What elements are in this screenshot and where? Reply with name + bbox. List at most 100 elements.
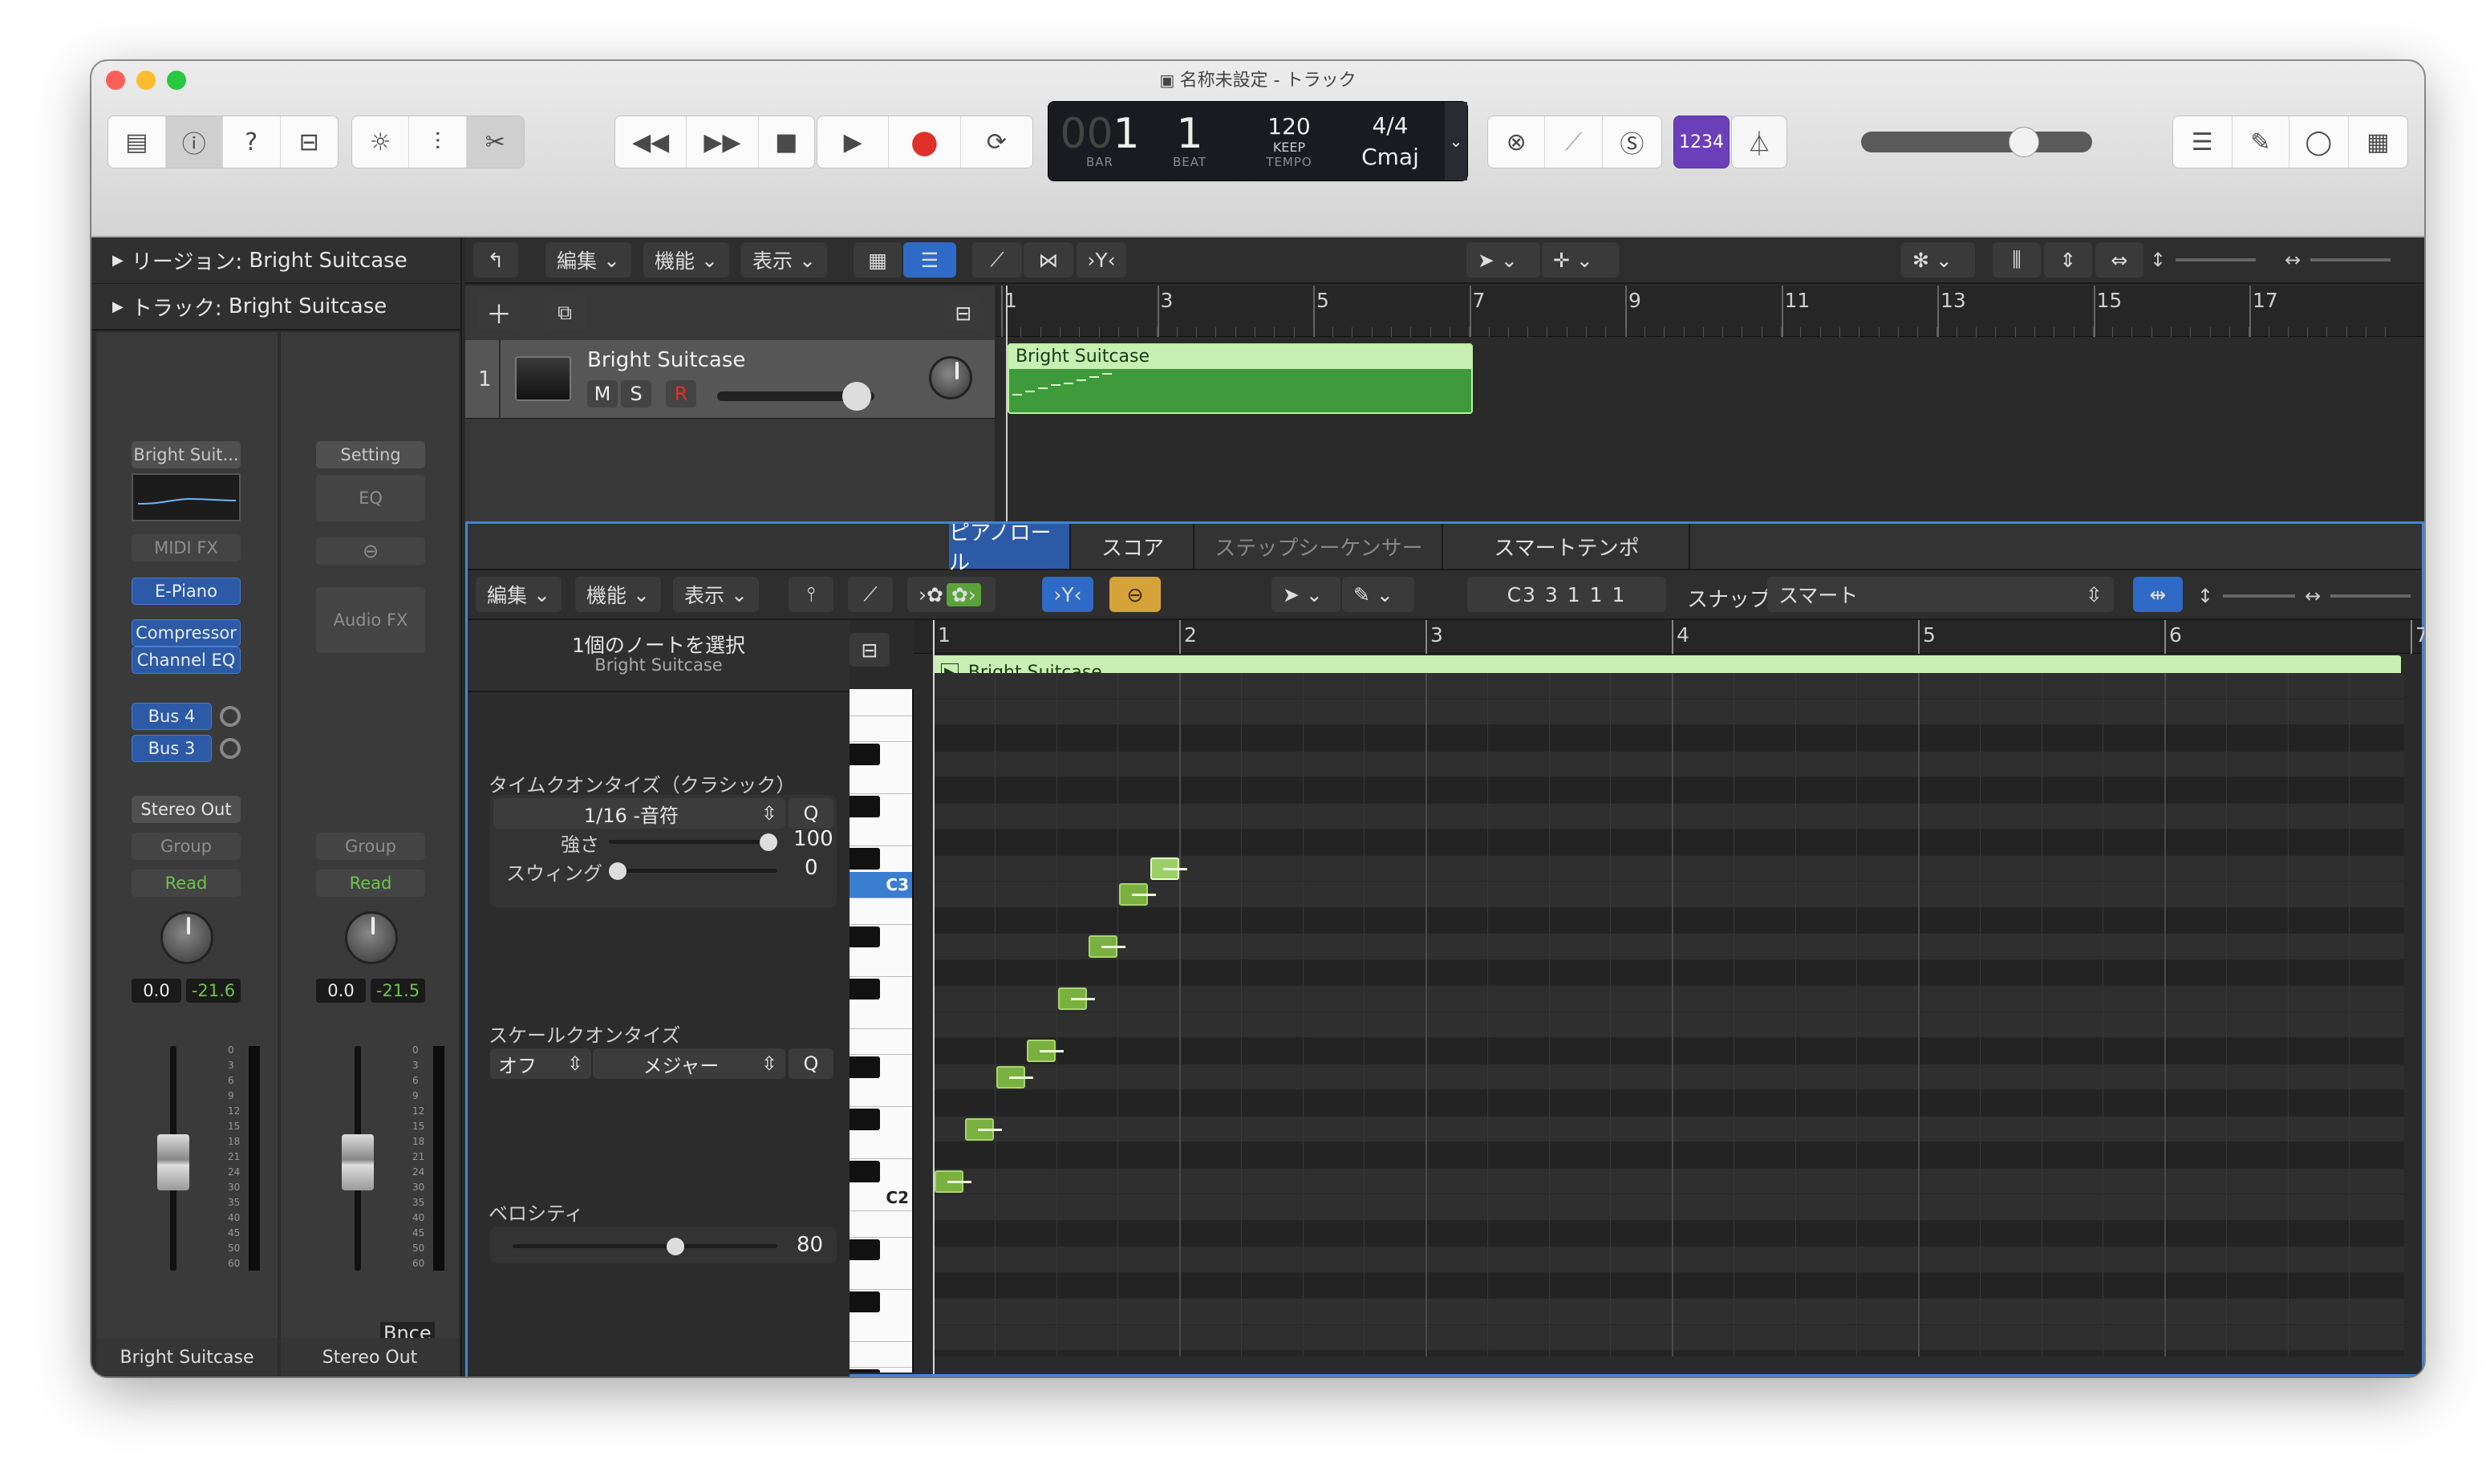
audio-fx-slot-2[interactable]: Channel EQ	[132, 647, 241, 674]
volume-value[interactable]: 0.0	[132, 979, 181, 1003]
piano-black-key[interactable]	[850, 1109, 880, 1130]
pointer-tool-menu[interactable]: ➤ ⌄	[1466, 242, 1540, 278]
strip2-group-slot[interactable]: Group	[316, 833, 425, 860]
editor-horizontal-fit-icon[interactable]: ⇹	[2133, 577, 2183, 612]
swing-slider[interactable]	[609, 869, 777, 873]
editor-tab-2[interactable]: スコア	[1073, 524, 1194, 569]
track-record-button[interactable]: R	[666, 380, 696, 407]
piano-black-key[interactable]	[850, 926, 880, 947]
back-arrow-icon[interactable]: ↰	[473, 242, 518, 278]
editor-vertical-zoom[interactable]: ↕	[2197, 578, 2301, 614]
track-inspector-header[interactable]: ▶ トラック: Bright Suitcase	[91, 284, 460, 330]
horizontal-fit-icon[interactable]: ⇔	[2095, 242, 2143, 278]
send-slot-2[interactable]: Bus 3	[132, 735, 212, 762]
settings-gear-icon[interactable]: ✻ ⌄	[1901, 242, 1975, 278]
quick-help-icon[interactable]: ?	[223, 116, 281, 168]
low-latency-icon[interactable]: ⊗	[1488, 116, 1546, 168]
piano-black-key[interactable]	[850, 744, 880, 765]
master-volume-slider[interactable]	[1861, 127, 2092, 157]
add-track-icon[interactable]: ＋	[478, 295, 520, 330]
piano-roll-grid[interactable]	[933, 673, 2404, 1356]
send-2-knob-icon[interactable]	[220, 738, 241, 759]
library-icon[interactable]: ▤	[108, 116, 166, 168]
strip2-automation-mode[interactable]: Read	[316, 870, 425, 897]
midi-note[interactable]	[1119, 883, 1157, 906]
piano-black-key[interactable]	[850, 1291, 880, 1312]
strength-slider[interactable]	[609, 840, 777, 844]
midi-note[interactable]	[1150, 857, 1187, 880]
piano-black-key[interactable]	[850, 1369, 880, 1372]
midi-note[interactable]	[965, 1117, 1003, 1141]
metronome-icon[interactable]: ⏃	[1731, 116, 1787, 168]
lcd-display[interactable]: 001 BAR 1 BEAT 120 KEEP TEMPO 4/4 Cmaj ⌄	[1048, 101, 1468, 181]
midi-note[interactable]	[996, 1065, 1033, 1089]
inspector-icon[interactable]: ⓘ	[165, 116, 223, 168]
snap-select[interactable]: スマート ⇳	[1767, 577, 2114, 612]
mixer-icon[interactable]: ⫶	[409, 116, 467, 168]
scale-quantize-q-button[interactable]: Q	[789, 1048, 833, 1079]
toolbar-toggle-icon[interactable]: ⊟	[281, 116, 339, 168]
midi-note[interactable]	[1089, 935, 1125, 958]
list-editors-icon[interactable]: ☰	[2173, 116, 2232, 168]
time-quantize-q-button[interactable]: Q	[789, 798, 833, 829]
tracks-function-menu[interactable]: 機能 ⌄	[643, 242, 729, 278]
midi-note[interactable]	[1057, 987, 1095, 1010]
piano-black-key[interactable]	[850, 848, 880, 870]
group-slot[interactable]: Group	[132, 833, 241, 860]
strip1-name[interactable]: Bright Suitcase	[96, 1338, 278, 1377]
audio-fx-slot-1[interactable]: Compressor	[132, 619, 241, 647]
strip1-setting-button[interactable]: Bright Suit...	[132, 441, 241, 468]
piano-black-key[interactable]	[850, 796, 880, 817]
eq-thumbnail[interactable]	[132, 473, 241, 521]
grid-view-icon[interactable]: ▦	[854, 242, 902, 278]
collapse-icon[interactable]: ⫯	[789, 577, 833, 612]
midi-note[interactable]	[1027, 1040, 1065, 1062]
catch-icon[interactable]: ›Y‹	[1077, 242, 1126, 278]
region-inspector-header[interactable]: ▶ リージョン: Bright Suitcase	[91, 237, 460, 284]
piano-keyboard[interactable]: C3 C2	[850, 689, 914, 1372]
editor-pencil-tool[interactable]: ✎ ⌄	[1342, 577, 1414, 612]
instrument-slot[interactable]: E-Piano	[132, 578, 241, 605]
editor-tab-4[interactable]: スマートテンポ	[1445, 524, 1690, 569]
vertical-zoom-slider[interactable]: ↕	[2150, 242, 2270, 278]
strip2-pan-knob[interactable]	[345, 911, 398, 964]
play-icon[interactable]: ▶	[817, 116, 890, 168]
editor-function-menu[interactable]: 機能 ⌄	[575, 577, 661, 612]
midi-fx-slot[interactable]: MIDI FX	[132, 534, 241, 562]
strip2-volume-value[interactable]: 0.0	[316, 979, 366, 1003]
midi-in-icon[interactable]: ›✿ ✿›	[907, 577, 996, 612]
volume-fader-cap[interactable]	[157, 1134, 189, 1190]
strip2-audio-fx-slot[interactable]: Audio FX	[316, 587, 425, 653]
cross-tool-menu[interactable]: ✛ ⌄	[1542, 242, 1619, 278]
piano-black-key[interactable]	[850, 1239, 880, 1260]
note-position-display[interactable]: C3 3 1 1 1	[1467, 577, 1666, 612]
tracks-edit-menu[interactable]: 編集 ⌄	[545, 242, 631, 278]
editor-catch-icon[interactable]: ›Y‹	[1042, 577, 1093, 612]
count-in-button[interactable]: 1234	[1673, 116, 1730, 168]
strip2-setting-button[interactable]: Setting	[316, 441, 425, 468]
list-view-icon[interactable]: ☰	[903, 242, 956, 278]
vertical-fit-icon[interactable]: ⇕	[2044, 242, 2092, 278]
piano-black-key[interactable]	[850, 1056, 880, 1078]
record-icon[interactable]: ●	[889, 116, 961, 168]
solo-mode-icon[interactable]: Ⓢ	[1603, 116, 1661, 168]
output-slot[interactable]: Stereo Out	[132, 796, 241, 823]
editor-tab-3[interactable]: ステップシーケンサー	[1196, 524, 1443, 569]
track-name-label[interactable]: Bright Suitcase	[587, 348, 745, 372]
lcd-tempo[interactable]: 120 KEEP TEMPO	[1257, 102, 1321, 180]
browsers-icon[interactable]: ▦	[2349, 116, 2407, 168]
colors-palette-icon[interactable]: ✿›	[946, 582, 981, 606]
send-slot-1[interactable]: Bus 4	[132, 703, 212, 730]
quantize-value-select[interactable]: 1/16 -音符 ⇳	[493, 798, 785, 829]
editor-pointer-tool[interactable]: ➤ ⌄	[1271, 577, 1340, 612]
stop-icon[interactable]: ■	[759, 116, 814, 168]
replace-icon[interactable]: ⟋	[1545, 116, 1603, 168]
editor-tab-1[interactable]: ピアノロール	[949, 521, 1071, 575]
track-solo-button[interactable]: S	[621, 380, 651, 407]
midi-note[interactable]	[935, 1170, 971, 1193]
swing-slider-knob[interactable]	[609, 862, 627, 880]
track-pan-knob[interactable]	[929, 356, 972, 399]
cycle-icon[interactable]: ⟳	[961, 116, 1032, 168]
strip2-fader-cap[interactable]	[342, 1134, 374, 1190]
fast-forward-icon[interactable]: ▶▶	[687, 116, 759, 168]
